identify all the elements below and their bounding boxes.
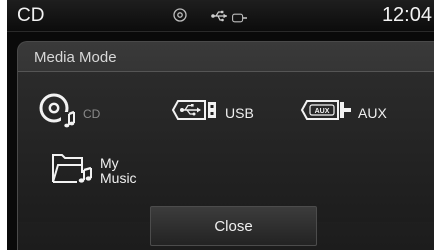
aux-icon [232, 10, 248, 28]
mode-usb[interactable]: USB [171, 99, 254, 126]
mode-aux[interactable]: AUX AUX [300, 99, 387, 126]
svg-text:AUX: AUX [315, 108, 330, 115]
mode-usb-label: USB [225, 104, 254, 121]
usb-port-icon [171, 99, 219, 126]
mode-aux-label: AUX [358, 104, 387, 121]
mode-my-music-label-line1: My [100, 154, 119, 171]
music-folder-icon [51, 151, 95, 190]
usb-icon [211, 9, 229, 27]
media-mode-grid: CD USB AUX AUX My Music [18, 72, 434, 222]
dialog-title: Media Mode [34, 49, 117, 66]
mode-cd-label: CD [83, 106, 101, 121]
status-bar: CD 12:04 [7, 0, 434, 32]
cd-music-icon [39, 92, 77, 135]
disc-icon [173, 8, 187, 27]
mode-my-music[interactable]: My Music [51, 151, 137, 190]
aux-port-icon: AUX [300, 99, 352, 126]
mode-my-music-label-line2: Music [100, 169, 137, 186]
clock: 12:04 [381, 4, 432, 26]
close-button[interactable]: Close [150, 206, 317, 246]
mode-cd[interactable]: CD [39, 92, 100, 135]
head-unit-screen: CD 12:04 Media Mode CD USB AUX AUX My Mu… [7, 0, 434, 250]
current-source-label: CD [17, 5, 45, 26]
